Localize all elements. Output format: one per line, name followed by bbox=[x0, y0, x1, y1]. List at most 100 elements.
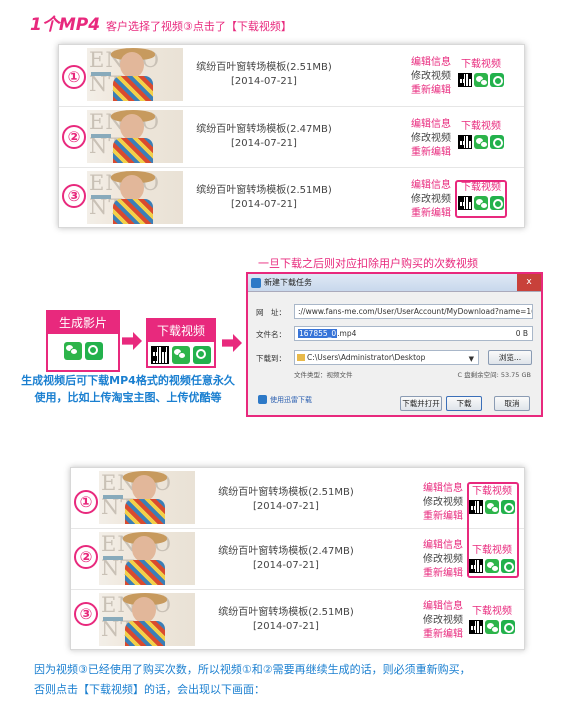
directory-select[interactable]: C:\Users\Administrator\Desktop ▼ bbox=[294, 350, 479, 365]
edit-info-link[interactable]: 编辑信息 bbox=[423, 539, 463, 553]
deduction-caption: 一旦下载之后则对应扣除用户购买的次数视频 bbox=[258, 257, 478, 270]
filename-ext: .mp4 bbox=[337, 329, 357, 338]
re-edit-link[interactable]: 重新编辑 bbox=[411, 84, 451, 98]
re-edit-link[interactable]: 重新编辑 bbox=[423, 628, 463, 642]
download-video-box-label: 下载视频 bbox=[148, 320, 214, 342]
qr-code-icon bbox=[151, 346, 169, 364]
video-actions: 编辑信息 修改视频 重新编辑 bbox=[411, 179, 451, 221]
video-thumbnail[interactable]: ENCO NT bbox=[99, 471, 195, 524]
download-video-button[interactable]: 下载视频 bbox=[469, 606, 515, 634]
video-date: [2014-07-21] bbox=[231, 138, 297, 149]
generate-movie-box[interactable]: 生成影片 bbox=[46, 310, 120, 372]
app-icon bbox=[251, 278, 261, 288]
use-thunder-link[interactable]: 使用迅雷下载 bbox=[258, 395, 312, 405]
edit-info-link[interactable]: 编辑信息 bbox=[411, 118, 451, 132]
folder-icon bbox=[297, 354, 305, 361]
video-actions: 编辑信息 修改视频 重新编辑 bbox=[423, 482, 463, 524]
edit-info-link[interactable]: 编辑信息 bbox=[423, 600, 463, 614]
cancel-button[interactable]: 取消 bbox=[494, 396, 530, 411]
arrow-right-icon bbox=[122, 332, 142, 350]
wechat-icon bbox=[172, 346, 190, 364]
dialog-titlebar: 新建下载任务 x bbox=[248, 274, 541, 292]
new-download-task-dialog: 新建下载任务 x 网 址： ://www.fans-me.com/User/Us… bbox=[246, 272, 543, 417]
filename-row: 文件名： 167855_0.mp4 0 B bbox=[256, 326, 533, 342]
wechat-icon bbox=[474, 73, 488, 87]
video-list-panel-top: ENCO NT ① 缤纷百叶窗转场模板(2.51MB) [2014-07-21]… bbox=[58, 44, 525, 228]
browse-button[interactable]: 浏览... bbox=[488, 350, 532, 365]
heading-description: 客户选择了视频③点击了【下载视频】 bbox=[106, 20, 292, 33]
download-video-button[interactable]: 下载视频 bbox=[457, 59, 505, 87]
wechat-icon bbox=[485, 620, 499, 634]
highlight-frame-downloads bbox=[467, 482, 519, 578]
share-circle-icon bbox=[490, 135, 504, 149]
number-badge-3: ③ bbox=[62, 184, 86, 208]
video-actions: 编辑信息 修改视频 重新编辑 bbox=[423, 539, 463, 581]
edit-info-link[interactable]: 编辑信息 bbox=[411, 179, 451, 193]
video-date: [2014-07-21] bbox=[253, 621, 319, 632]
directory-label: 下载到： bbox=[256, 354, 286, 363]
directory-row: 下载到： C:\Users\Administrator\Desktop ▼ 浏览… bbox=[256, 350, 533, 366]
modify-video-link[interactable]: 修改视频 bbox=[411, 70, 451, 84]
video-thumbnail[interactable]: ENCO NT bbox=[87, 171, 183, 224]
modify-video-link[interactable]: 修改视频 bbox=[423, 496, 463, 510]
bottom-explanation: 因为视频③已经使用了购买次数，所以视频①和②需要再继续生成的话，则必须重新购买，… bbox=[34, 660, 554, 700]
video-title-text: 缤纷百叶窗转场模板(2.47MB) bbox=[196, 124, 332, 135]
re-edit-link[interactable]: 重新编辑 bbox=[411, 207, 451, 221]
heading-mp4-count: 1个MP4 bbox=[30, 15, 101, 35]
download-video-label: 下载视频 bbox=[461, 59, 501, 70]
bottom-note-line-2: 否则点击【下载视频】的话，会出现以下画面： bbox=[34, 683, 265, 696]
modify-video-link[interactable]: 修改视频 bbox=[411, 132, 451, 146]
video-thumbnail[interactable]: ENCO NT bbox=[99, 593, 195, 646]
video-list-panel-bottom: ENCO NT ① 缤纷百叶窗转场模板(2.51MB) [2014-07-21]… bbox=[70, 467, 525, 651]
video-title: 缤纷百叶窗转场模板(2.51MB) [2014-07-21] bbox=[211, 486, 361, 514]
download-and-open-button[interactable]: 下载并打开 bbox=[400, 396, 442, 411]
re-edit-link[interactable]: 重新编辑 bbox=[411, 146, 451, 160]
modify-video-link[interactable]: 修改视频 bbox=[423, 553, 463, 567]
share-circle-icon bbox=[490, 73, 504, 87]
video-row-1: ENCO NT ① 缤纷百叶窗转场模板(2.51MB) [2014-07-21]… bbox=[71, 468, 524, 529]
modify-video-link[interactable]: 修改视频 bbox=[423, 614, 463, 628]
video-date: [2014-07-21] bbox=[253, 501, 319, 512]
video-thumbnail[interactable]: ENCO NT bbox=[87, 110, 183, 163]
file-size: 0 B bbox=[515, 329, 528, 338]
qr-code-icon bbox=[458, 135, 472, 149]
video-row-2: ENCO NT ② 缤纷百叶窗转场模板(2.47MB) [2014-07-21]… bbox=[59, 107, 524, 168]
re-edit-link[interactable]: 重新编辑 bbox=[423, 567, 463, 581]
url-row: 网 址： ://www.fans-me.com/User/UserAccount… bbox=[256, 304, 533, 320]
filename-selected-text: 167855_0 bbox=[298, 329, 338, 338]
re-edit-link[interactable]: 重新编辑 bbox=[423, 510, 463, 524]
video-title-text: 缤纷百叶窗转场模板(2.51MB) bbox=[218, 487, 354, 498]
video-title: 缤纷百叶窗转场模板(2.47MB) [2014-07-21] bbox=[211, 545, 361, 573]
wechat-icon bbox=[474, 135, 488, 149]
bottom-note-line-1: 因为视频③已经使用了购买次数，所以视频①和②需要再继续生成的话，则必须重新购买， bbox=[34, 663, 471, 676]
download-video-label: 下载视频 bbox=[461, 121, 501, 132]
video-title-text: 缤纷百叶窗转场模板(2.51MB) bbox=[196, 62, 332, 73]
video-row-3: ENCO NT ③ 缤纷百叶窗转场模板(2.51MB) [2014-07-21]… bbox=[71, 590, 524, 651]
usage-note-line-2: 使用，比如上传淘宝主图、上传优酷等 bbox=[34, 391, 222, 404]
number-badge-3: ③ bbox=[74, 602, 98, 626]
video-title: 缤纷百叶窗转场模板(2.51MB) [2014-07-21] bbox=[189, 61, 339, 89]
video-thumbnail[interactable]: ENCO NT bbox=[99, 532, 195, 585]
video-title: 缤纷百叶窗转场模板(2.51MB) [2014-07-21] bbox=[189, 184, 339, 212]
dialog-title: 新建下载任务 bbox=[264, 278, 312, 287]
close-icon[interactable]: x bbox=[517, 274, 541, 291]
video-thumbnail[interactable]: ENCO NT bbox=[87, 48, 183, 101]
filename-label: 文件名： bbox=[256, 330, 286, 339]
directory-value: C:\Users\Administrator\Desktop bbox=[307, 353, 426, 362]
usage-note-line-1: 生成视频后可下载MP4格式的视频任意永久 bbox=[21, 374, 235, 387]
highlight-frame bbox=[455, 180, 507, 218]
url-field[interactable]: ://www.fans-me.com/User/UserAccount/MyDo… bbox=[294, 304, 533, 319]
video-actions: 编辑信息 修改视频 重新编辑 bbox=[411, 118, 451, 160]
download-video-box[interactable]: 下载视频 bbox=[146, 318, 216, 368]
modify-video-link[interactable]: 修改视频 bbox=[411, 193, 451, 207]
thunder-icon bbox=[258, 395, 267, 404]
share-circle-icon bbox=[193, 346, 211, 364]
filename-field[interactable]: 167855_0.mp4 0 B bbox=[294, 326, 533, 341]
edit-info-link[interactable]: 编辑信息 bbox=[411, 56, 451, 70]
download-video-button[interactable]: 下载视频 bbox=[457, 121, 505, 149]
video-actions: 编辑信息 修改视频 重新编辑 bbox=[411, 56, 451, 98]
video-title-text: 缤纷百叶窗转场模板(2.51MB) bbox=[196, 185, 332, 196]
download-button[interactable]: 下载 bbox=[446, 396, 482, 411]
edit-info-link[interactable]: 编辑信息 bbox=[423, 482, 463, 496]
video-date: [2014-07-21] bbox=[231, 76, 297, 87]
